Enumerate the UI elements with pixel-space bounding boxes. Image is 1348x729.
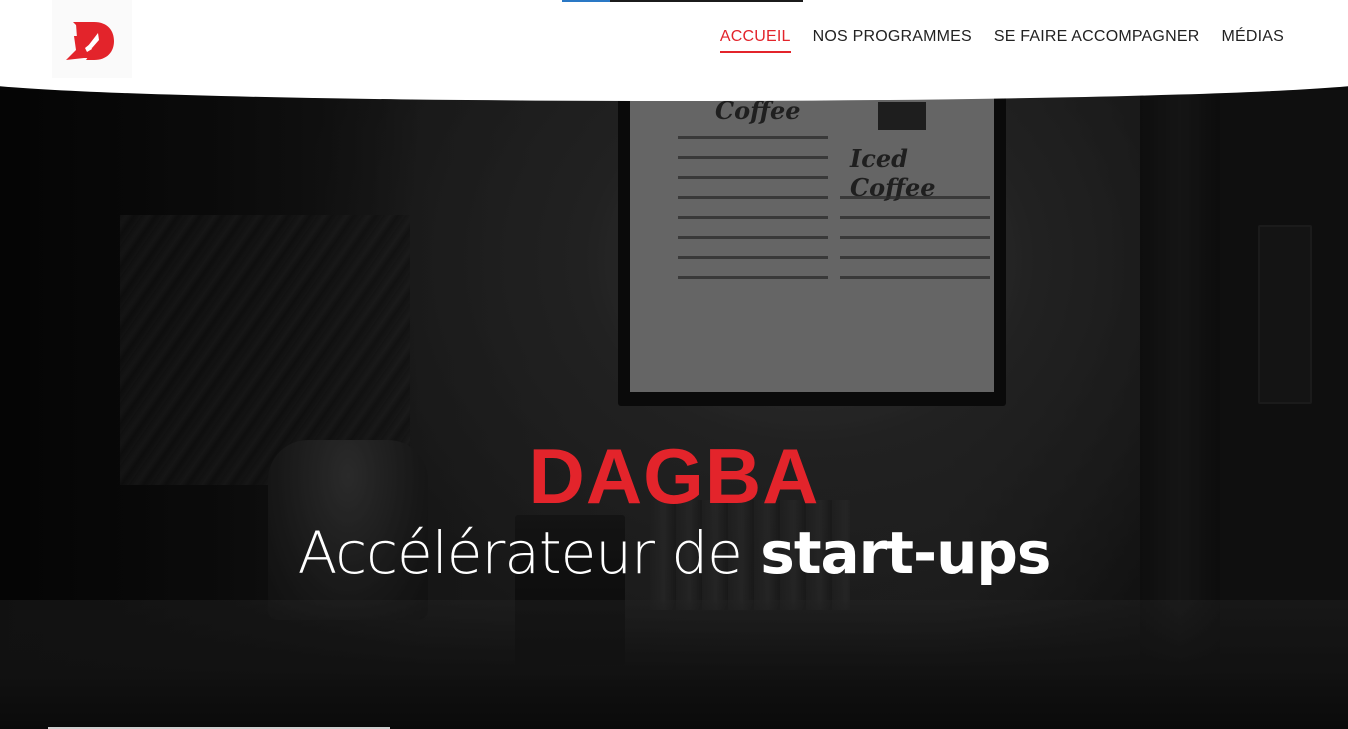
- dagba-logo-icon[interactable]: [52, 0, 132, 78]
- hero-background-photo: Coffee Iced Coffee: [0, 0, 1348, 729]
- nav-item-accueil[interactable]: ACCUEIL: [719, 28, 791, 53]
- nav-item-nos-programmes[interactable]: NOS PROGRAMMES: [813, 28, 972, 53]
- hero-text: DAGBA Accélérateur de start-ups: [0, 430, 1348, 588]
- hero-title: DAGBA: [528, 432, 820, 520]
- hero-subtitle-bold: start-ups: [760, 519, 1051, 587]
- page: Coffee Iced Coffee DAGBA Accélérateur de…: [0, 0, 1348, 729]
- nav-item-se-faire-accompagner[interactable]: SE FAIRE ACCOMPAGNER: [994, 28, 1200, 53]
- top-loading-bar: [562, 0, 803, 2]
- nav-item-medias[interactable]: MÉDIAS: [1221, 28, 1284, 53]
- top-loading-bar-fill: [562, 0, 610, 2]
- main-nav: ACCUEIL NOS PROGRAMMES SE FAIRE ACCOMPAG…: [719, 28, 1284, 53]
- hero-subtitle-light: Accélérateur de: [297, 519, 743, 587]
- hero-subtitle: Accélérateur de start-ups: [0, 518, 1348, 588]
- hero-dark-overlay: [0, 0, 1348, 729]
